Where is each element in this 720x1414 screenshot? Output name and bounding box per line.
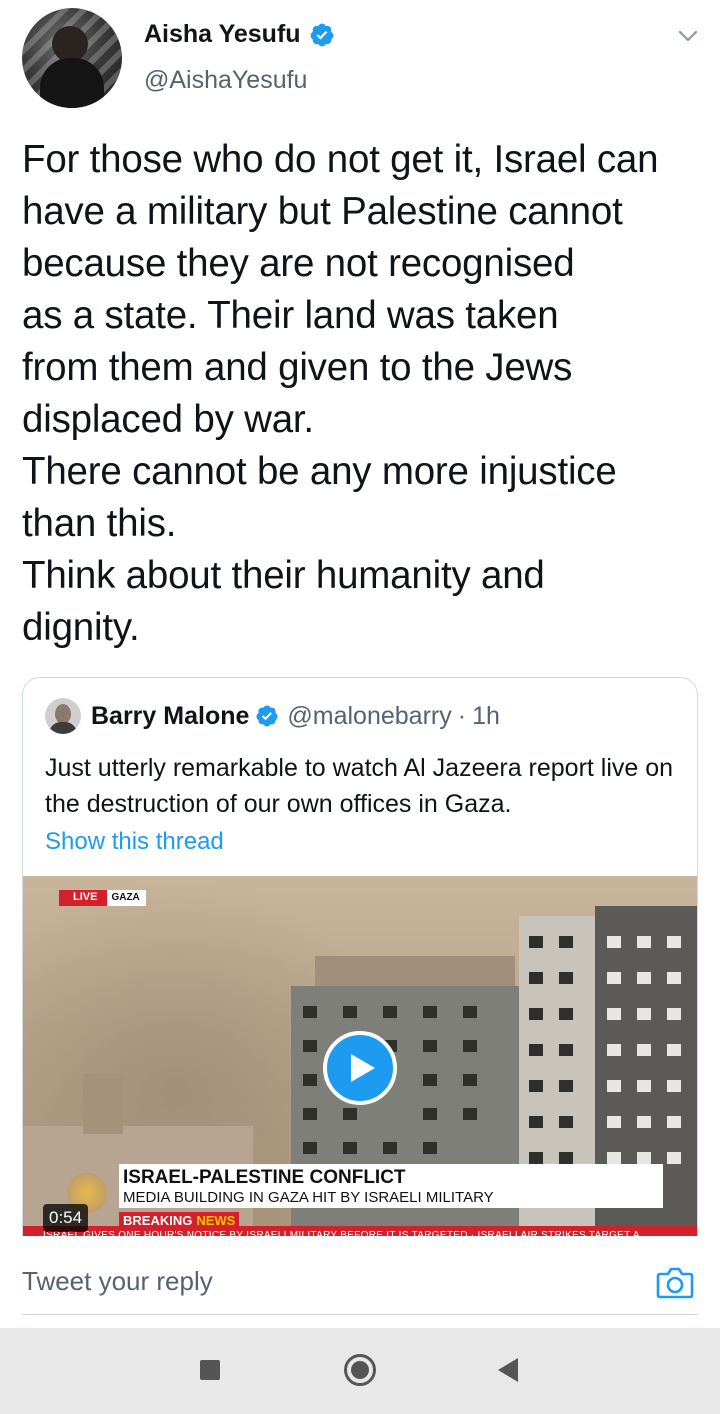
quoted-author-name: Barry Malone [91,701,250,730]
news-headline: ISRAEL-PALESTINE CONFLICT [119,1164,663,1188]
chevron-down-icon[interactable] [676,24,700,48]
verified-badge-icon [256,705,278,727]
author-name-row[interactable]: Aisha Yesufu [144,20,335,49]
avatar-body [40,58,104,108]
news-lower-third: ISRAEL-PALESTINE CONFLICT MEDIA BUILDING… [119,1164,663,1230]
building-rooftop [83,1074,123,1134]
tweet-header: Aisha Yesufu @AishaYesufu [0,0,720,115]
tweet-text: For those who do not get it, Israel can … [22,134,712,654]
author-avatar[interactable] [22,8,122,108]
live-badge: LIVE GAZA [59,890,146,906]
video-duration: 0:54 [43,1204,89,1232]
tweet-line: For those who do not get it, Israel can [22,138,659,181]
quoted-tweet-header: Barry Malone @malonebarry · 1h [45,696,500,736]
tweet-line: have a military but Palestine cannot [22,190,623,233]
show-thread-link[interactable]: Show this thread [45,828,224,856]
quoted-timestamp: 1h [472,701,500,730]
live-label: LIVE [59,890,108,906]
quoted-author-handle: @malonebarry [287,701,452,730]
location-label: GAZA [107,890,146,906]
author-name[interactable]: Aisha Yesufu [144,20,301,49]
recent-apps-icon[interactable] [200,1360,220,1380]
back-icon[interactable] [496,1356,520,1384]
avatar-face [55,704,71,724]
reply-divider [22,1314,698,1315]
avatar-shirt [49,722,77,734]
tweet-line: from them and given to the Jews [22,346,573,389]
camera-icon[interactable] [656,1264,694,1300]
tweet-line: because they are not recognised [22,242,575,285]
tweet-line: There cannot be any more injustice [22,450,617,493]
system-nav-bar [0,1328,720,1414]
tweet-line: Think about their humanity and [22,554,545,597]
quoted-tweet-text: Just utterly remarkable to watch Al Jaze… [45,754,674,818]
tweet-line: dignity. [22,606,140,649]
separator-dot: · [457,701,467,730]
play-button[interactable] [323,1031,397,1105]
video-player[interactable]: LIVE GAZA ISRAEL-PALESTINE CONFLICT MEDI… [23,876,697,1256]
quoted-tweet-card[interactable]: Barry Malone @malonebarry · 1h Just utte… [22,677,698,1257]
avatar-head [52,26,88,62]
author-handle[interactable]: @AishaYesufu [144,66,307,95]
reply-bar: Tweet your reply [0,1236,720,1328]
quoted-author-avatar [45,698,81,734]
verified-badge-icon [310,23,333,46]
home-icon[interactable] [343,1353,377,1387]
news-subheadline: MEDIA BUILDING IN GAZA HIT BY ISRAELI MI… [119,1188,663,1208]
tweet-line: than this. [22,502,177,545]
play-icon [351,1054,375,1082]
tweet-line: displaced by war. [22,398,314,441]
tweet-line: as a state. Their land was taken [22,294,559,337]
reply-input[interactable]: Tweet your reply [22,1266,213,1297]
